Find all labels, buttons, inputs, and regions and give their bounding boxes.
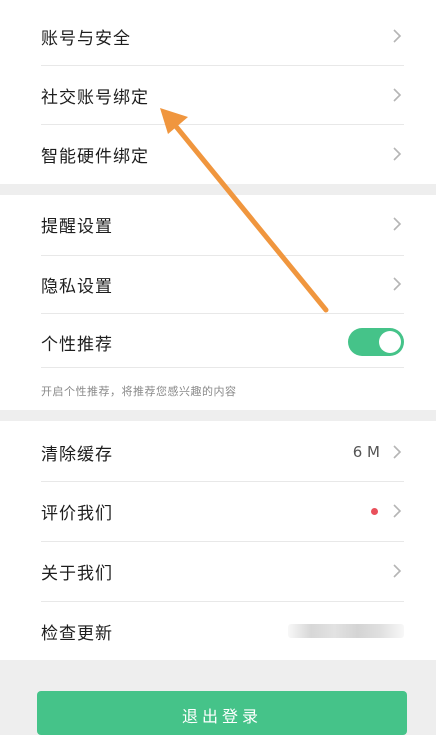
divider — [41, 255, 404, 256]
version-info-blurred — [288, 624, 404, 638]
menu-item-hardware-binding[interactable]: 智能硬件绑定 — [0, 127, 436, 181]
menu-item-label: 清除缓存 — [41, 444, 113, 465]
chevron-right-icon — [393, 29, 402, 43]
misc-settings-group: 清除缓存 6 M 评价我们 关于我们 检查更新 — [0, 421, 436, 660]
personalized-recommendation-toggle[interactable] — [348, 328, 404, 356]
chevron-right-icon — [393, 504, 402, 518]
chevron-right-icon — [393, 277, 402, 291]
divider — [41, 313, 404, 314]
menu-item-clear-cache[interactable]: 清除缓存 6 M — [0, 425, 436, 479]
toggle-knob — [379, 331, 401, 353]
menu-item-label: 检查更新 — [41, 623, 113, 644]
menu-item-privacy-settings[interactable]: 隐私设置 — [0, 257, 436, 311]
chevron-right-icon — [393, 217, 402, 231]
menu-item-label: 关于我们 — [41, 563, 113, 584]
menu-item-label: 智能硬件绑定 — [41, 146, 149, 167]
divider — [41, 367, 404, 368]
menu-item-rate-us[interactable]: 评价我们 — [0, 484, 436, 538]
menu-item-account-security[interactable]: 账号与安全 — [0, 9, 436, 63]
menu-item-check-update[interactable]: 检查更新 — [0, 604, 436, 658]
chevron-right-icon — [393, 445, 402, 459]
divider — [41, 124, 404, 125]
menu-item-social-binding[interactable]: 社交账号绑定 — [0, 68, 436, 122]
menu-item-label: 提醒设置 — [41, 216, 113, 237]
logout-button[interactable]: 退出登录 — [37, 691, 407, 735]
account-settings-group: 账号与安全 社交账号绑定 智能硬件绑定 — [0, 0, 436, 184]
menu-item-label: 个性推荐 — [41, 334, 113, 355]
cache-size-value: 6 M — [352, 443, 380, 461]
chevron-right-icon — [393, 564, 402, 578]
menu-item-label: 隐私设置 — [41, 276, 113, 297]
menu-item-label: 社交账号绑定 — [41, 87, 149, 108]
new-badge-dot — [371, 507, 378, 515]
divider — [41, 65, 404, 66]
personalized-recommendation-hint: 开启个性推荐，将推荐您感兴趣的内容 — [41, 385, 237, 398]
divider — [41, 601, 404, 602]
menu-item-label: 评价我们 — [41, 503, 113, 524]
preference-settings-group: 提醒设置 隐私设置 个性推荐 开启个性推荐，将推荐您感兴趣的内容 — [0, 195, 436, 410]
menu-item-reminder-settings[interactable]: 提醒设置 — [0, 197, 436, 251]
menu-item-label: 账号与安全 — [41, 28, 131, 49]
divider — [41, 481, 404, 482]
chevron-right-icon — [393, 147, 402, 161]
menu-item-about-us[interactable]: 关于我们 — [0, 544, 436, 598]
chevron-right-icon — [393, 88, 402, 102]
menu-item-personalized-recommendation: 个性推荐 — [0, 315, 436, 369]
logout-label: 退出登录 — [181, 707, 262, 726]
divider — [41, 541, 404, 542]
